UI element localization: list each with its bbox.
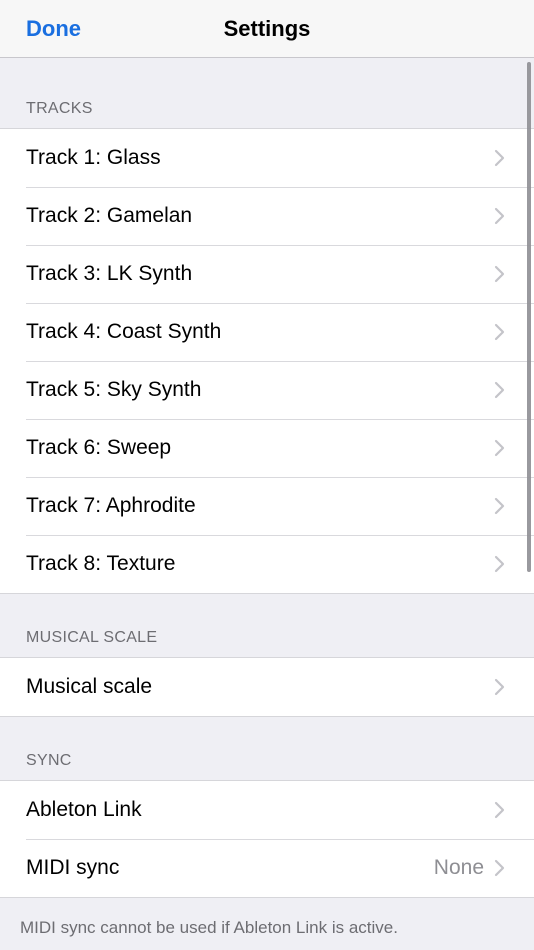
musical-scale-row[interactable]: Musical scale — [0, 658, 534, 716]
track-row-4[interactable]: Track 4: Coast Synth — [0, 303, 534, 361]
chevron-right-icon — [494, 859, 505, 877]
track-label: Track 5: Sky Synth — [26, 378, 202, 401]
track-label: Track 2: Gamelan — [26, 204, 193, 227]
sync-group: Ableton Link MIDI sync None — [0, 780, 534, 898]
track-label: Track 3: LK Synth — [26, 262, 193, 285]
track-row-5[interactable]: Track 5: Sky Synth — [0, 361, 534, 419]
settings-list: TRACKS Track 1: Glass Track 2: Gamelan T… — [0, 58, 534, 950]
chevron-right-icon — [494, 323, 505, 341]
track-label: Track 7: Aphrodite — [26, 494, 196, 517]
chevron-right-icon — [494, 381, 505, 399]
chevron-right-icon — [494, 678, 505, 696]
chevron-right-icon — [494, 149, 505, 167]
ableton-link-label: Ableton Link — [26, 798, 142, 821]
sync-footer-note: MIDI sync cannot be used if Ableton Link… — [20, 918, 398, 937]
tracks-group: Track 1: Glass Track 2: Gamelan Track 3:… — [0, 128, 534, 594]
musical-scale-label: Musical scale — [26, 675, 153, 698]
section-header-sync: SYNC — [26, 752, 72, 769]
track-label: Track 6: Sweep — [26, 436, 172, 459]
track-label: Track 8: Texture — [26, 552, 176, 575]
scroll-indicator[interactable] — [527, 62, 531, 572]
track-row-1[interactable]: Track 1: Glass — [0, 129, 534, 187]
chevron-right-icon — [494, 439, 505, 457]
track-row-7[interactable]: Track 7: Aphrodite — [0, 477, 534, 535]
track-row-3[interactable]: Track 3: LK Synth — [0, 245, 534, 303]
section-header-musical-scale: MUSICAL SCALE — [26, 629, 158, 646]
track-row-2[interactable]: Track 2: Gamelan — [0, 187, 534, 245]
track-row-8[interactable]: Track 8: Texture — [0, 535, 534, 593]
chevron-right-icon — [494, 497, 505, 515]
midi-sync-value: None — [433, 856, 484, 879]
musical-scale-group: Musical scale — [0, 657, 534, 717]
chevron-right-icon — [494, 265, 505, 283]
page-title: Settings — [223, 16, 311, 41]
track-row-6[interactable]: Track 6: Sweep — [0, 419, 534, 477]
chevron-right-icon — [494, 801, 505, 819]
chevron-right-icon — [494, 555, 505, 573]
track-label: Track 1: Glass — [26, 146, 161, 169]
navigation-bar: Done Settings — [0, 0, 534, 58]
track-label: Track 4: Coast Synth — [26, 320, 222, 343]
chevron-right-icon — [494, 207, 505, 225]
midi-sync-label: MIDI sync — [26, 856, 120, 879]
ableton-link-row[interactable]: Ableton Link — [0, 781, 534, 839]
section-header-tracks: TRACKS — [26, 100, 93, 117]
midi-sync-row[interactable]: MIDI sync None — [0, 839, 534, 897]
